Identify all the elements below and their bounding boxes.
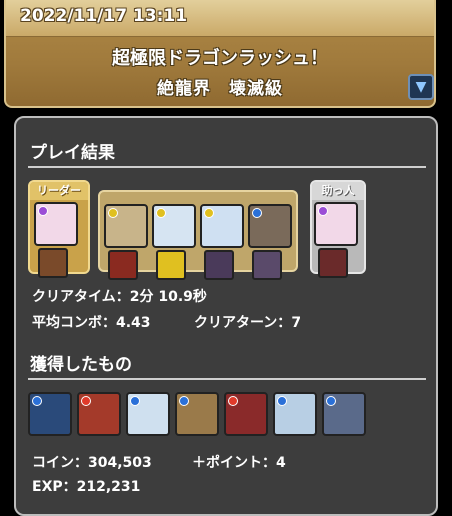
attribute-orb-icon (38, 206, 48, 216)
result-title: プレイ結果 (30, 143, 115, 163)
assist-monster-icon[interactable] (318, 248, 348, 278)
dungeon-name: 超極限ドラゴンラッシュ！ (112, 48, 328, 69)
result-panel: プレイ結果 リーダー 助っ人 クリアタイム：2分 10.9秒 平均コンボ：4.4… (14, 116, 438, 516)
avg-combo-label: 平均コンボ： (32, 315, 116, 331)
divider (28, 378, 426, 380)
drop-monster-icon[interactable] (28, 392, 72, 436)
attribute-orb-icon (179, 396, 189, 406)
clear-turn-label: クリアターン： (194, 315, 292, 331)
team-monster-icon[interactable] (34, 202, 78, 246)
exp-label: EXP： (32, 479, 77, 495)
dungeon-difficulty: 絶龍界 壊滅級 (157, 79, 283, 99)
avg-combo-value: 4.43 (116, 315, 151, 331)
team-monster-icon[interactable] (200, 204, 244, 248)
triangle-down-icon: ▼ (415, 79, 427, 95)
point-label: ＋ポイント： (192, 455, 276, 471)
clear-turn: クリアターン：7 (194, 312, 301, 332)
clear-time: クリアタイム：2分 10.9秒 (32, 286, 207, 306)
dungeon-header: 2022/11/17 13:11 超極限ドラゴンラッシュ！ 絶龍界 壊滅級 ▼ (4, 0, 436, 108)
helper-tag: 助っ人 (312, 182, 364, 200)
attribute-orb-icon (252, 208, 262, 218)
assist-monster-icon[interactable] (38, 248, 68, 278)
attribute-orb-icon (318, 206, 328, 216)
drop-monster-icon[interactable] (322, 392, 366, 436)
attribute-orb-icon (228, 396, 238, 406)
team-monster-icon[interactable] (152, 204, 196, 248)
point-value: 4 (276, 455, 286, 471)
assist-monster-icon[interactable] (108, 250, 138, 280)
exp: EXP：212,231 (32, 476, 140, 496)
drop-monster-icon[interactable] (175, 392, 219, 436)
coin-label: コイン： (32, 455, 88, 471)
attribute-orb-icon (130, 396, 140, 406)
leader-tag: リーダー (30, 182, 88, 200)
attribute-orb-icon (81, 396, 91, 406)
clear-turn-value: 7 (291, 315, 302, 331)
team-monster-icon[interactable] (314, 202, 358, 246)
drop-monster-icon[interactable] (126, 392, 170, 436)
team-monster-icon[interactable] (248, 204, 292, 248)
divider (28, 166, 426, 168)
attribute-orb-icon (32, 396, 42, 406)
attribute-orb-icon (326, 396, 336, 406)
drop-monster-icon[interactable] (273, 392, 317, 436)
team-monster-icon[interactable] (104, 204, 148, 248)
dropdown-button[interactable]: ▼ (408, 74, 434, 100)
drop-monster-icon[interactable] (77, 392, 121, 436)
date-bar: 2022/11/17 13:11 (6, 0, 434, 37)
coin-value: 304,503 (88, 455, 152, 471)
attribute-orb-icon (156, 208, 166, 218)
attribute-orb-icon (277, 396, 287, 406)
play-date: 2022/11/17 13:11 (20, 6, 188, 26)
clear-time-value: 2分 10.9秒 (129, 289, 207, 305)
attribute-orb-icon (204, 208, 214, 218)
point: ＋ポイント：4 (192, 452, 286, 472)
attribute-orb-icon (108, 208, 118, 218)
rewards-title: 獲得したもの (30, 355, 132, 375)
assist-monster-icon[interactable] (156, 250, 186, 280)
drop-monster-icon[interactable] (224, 392, 268, 436)
clear-time-label: クリアタイム： (32, 289, 130, 305)
assist-monster-icon[interactable] (204, 250, 234, 280)
coin: コイン：304,503 (32, 452, 152, 472)
avg-combo: 平均コンボ：4.43 (32, 312, 151, 332)
assist-monster-icon[interactable] (252, 250, 282, 280)
exp-value: 212,231 (76, 479, 141, 495)
